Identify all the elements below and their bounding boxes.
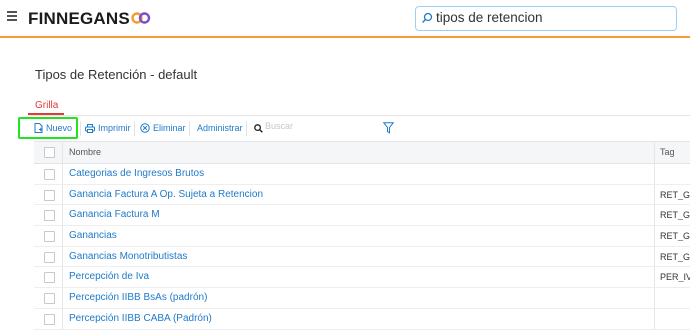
- delete-circle-icon: [140, 123, 150, 133]
- row-tag: RET_G: [660, 251, 690, 262]
- table-row[interactable]: Ganancia Factura M RET_G: [34, 205, 690, 227]
- imprimir-button[interactable]: Imprimir: [85, 121, 131, 135]
- row-name-link[interactable]: Percepción IIBB BsAs (padrón): [69, 292, 207, 303]
- select-all-checkbox[interactable]: [44, 147, 55, 158]
- table-row[interactable]: Categorias de Ingresos Brutos: [34, 164, 690, 185]
- table-row[interactable]: Percepción IIBB BsAs (padrón): [34, 288, 690, 309]
- row-checkbox[interactable]: [44, 251, 55, 263]
- row-tag: PER_IV: [660, 272, 690, 283]
- table-row[interactable]: Ganancias Monotributistas RET_G: [34, 246, 690, 268]
- toolbar-separator: [246, 121, 247, 136]
- global-search-value: tipos de retencion: [436, 10, 543, 25]
- row-name-link[interactable]: Ganancias Monotributistas: [69, 251, 187, 262]
- row-name-link[interactable]: Percepción IIBB CABA (Padrón): [69, 313, 212, 324]
- row-name-link[interactable]: Ganancias: [69, 230, 117, 241]
- toolbar-separator: [80, 121, 81, 136]
- eliminar-button[interactable]: Eliminar: [140, 121, 186, 135]
- tab-grilla[interactable]: Grilla: [35, 100, 58, 111]
- row-checkbox[interactable]: [44, 169, 55, 180]
- table-row[interactable]: Ganancia Factura A Op. Sujeta a Retencio…: [34, 184, 690, 206]
- column-header-nombre[interactable]: Nombre: [69, 147, 101, 157]
- eliminar-button-label: Eliminar: [153, 123, 186, 133]
- row-checkbox[interactable]: [44, 313, 55, 325]
- table-row[interactable]: Percepción IIBB CABA (Padrón): [34, 308, 690, 330]
- top-bar: FINNEGANS tipos de retencion: [0, 0, 690, 38]
- brand-logo-text: FINNEGANS: [28, 9, 130, 28]
- nuevo-highlight-box: [18, 117, 78, 139]
- row-checkbox[interactable]: [44, 293, 55, 305]
- row-checkbox[interactable]: [44, 272, 55, 284]
- hamburger-menu-icon[interactable]: [7, 11, 17, 21]
- column-header-tag[interactable]: Tag: [660, 147, 675, 157]
- row-name-link[interactable]: Ganancia Factura M: [69, 209, 160, 220]
- global-search-input[interactable]: tipos de retencion: [415, 6, 677, 31]
- row-checkbox[interactable]: [44, 189, 55, 201]
- table-row[interactable]: Percepción de Iva PER_IV: [34, 267, 690, 289]
- brand-logo-icon: [131, 12, 151, 24]
- page-title: Tipos de Retención - default: [35, 67, 198, 82]
- data-grid: Nombre Tag Categorias de Ingresos Brutos…: [34, 141, 690, 330]
- row-tag: RET_G: [660, 189, 690, 200]
- imprimir-button-label: Imprimir: [98, 123, 131, 133]
- filter-icon[interactable]: [383, 122, 394, 134]
- search-icon: [422, 12, 433, 23]
- grid-search-placeholder: Buscar: [265, 121, 294, 131]
- row-tag: RET_G: [660, 210, 690, 221]
- printer-icon: [85, 123, 95, 133]
- row-name-link[interactable]: Ganancia Factura A Op. Sujeta a Retencio…: [69, 189, 263, 200]
- row-checkbox[interactable]: [44, 231, 55, 243]
- tab-divider: [28, 115, 690, 116]
- row-name-link[interactable]: Categorias de Ingresos Brutos: [69, 168, 204, 179]
- row-name-link[interactable]: Percepción de Iva: [69, 271, 149, 282]
- administrar-button[interactable]: Administrar: [197, 121, 243, 135]
- toolbar-separator: [134, 121, 135, 136]
- row-checkbox[interactable]: [44, 210, 55, 222]
- toolbar-separator: [189, 121, 190, 136]
- grid-search-field[interactable]: [254, 121, 263, 135]
- administrar-button-label: Administrar: [197, 123, 243, 133]
- grid-toolbar: Nuevo Imprimir Eliminar Administrar: [28, 117, 690, 140]
- row-tag: RET_G: [660, 231, 690, 242]
- table-row[interactable]: Ganancias RET_G: [34, 226, 690, 247]
- grid-header-row: Nombre Tag: [34, 141, 690, 164]
- search-icon: [254, 123, 263, 133]
